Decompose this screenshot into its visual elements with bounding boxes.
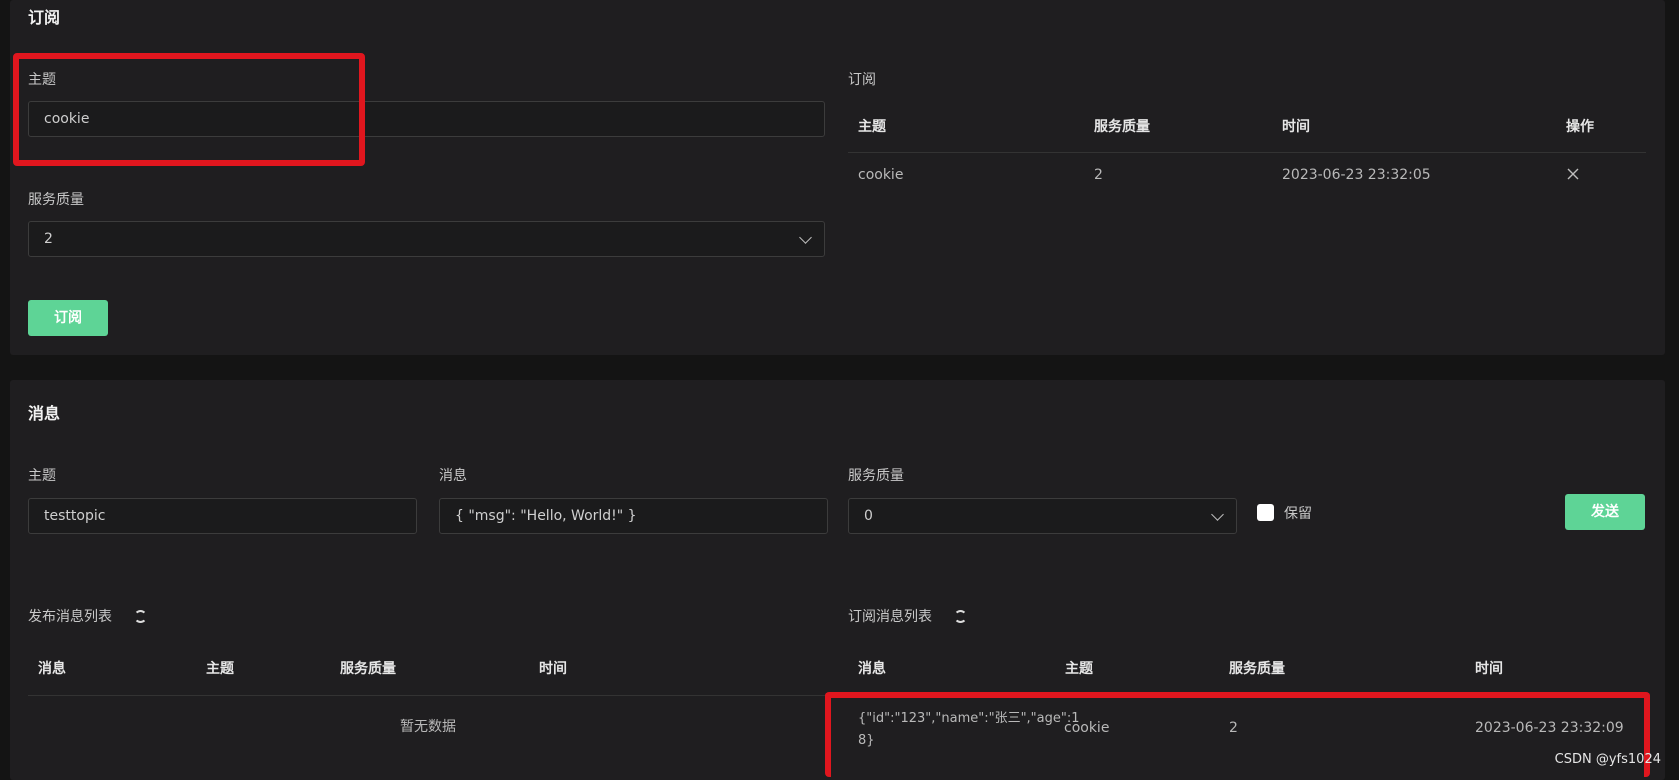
subscriptions-header-topic: 主题	[858, 119, 886, 135]
publish-qos-label: 服务质量	[848, 468, 904, 484]
divider	[848, 152, 1646, 153]
published-header-time: 时间	[539, 661, 567, 677]
received-header-qos: 服务质量	[1229, 661, 1285, 677]
publish-qos-value: 0	[864, 508, 873, 524]
published-empty-text: 暂无数据	[400, 719, 456, 735]
published-header-qos: 服务质量	[340, 661, 396, 677]
retain-checkbox[interactable]	[1257, 504, 1274, 521]
subscriptions-list-title: 订阅	[848, 72, 876, 88]
send-button[interactable]: 发送	[1565, 494, 1645, 530]
chevron-down-icon	[799, 231, 812, 244]
subscription-row-time: 2023-06-23 23:32:05	[1282, 167, 1431, 183]
message-title: 消息	[28, 404, 61, 423]
received-header-message: 消息	[858, 661, 886, 677]
subscribe-button[interactable]: 订阅	[28, 300, 108, 336]
published-header-message: 消息	[38, 661, 66, 677]
refresh-published-icon[interactable]	[134, 610, 147, 623]
publish-topic-label: 主题	[28, 468, 56, 484]
subscriptions-header-action: 操作	[1566, 119, 1594, 135]
subscription-row-topic: cookie	[858, 167, 904, 183]
subscribe-qos-label: 服务质量	[28, 192, 84, 208]
highlight-box-topic	[13, 53, 365, 166]
refresh-received-icon[interactable]	[954, 610, 967, 623]
highlight-box-received	[825, 692, 1650, 777]
received-list-title: 订阅消息列表	[848, 609, 932, 625]
subscribe-qos-value: 2	[44, 231, 53, 247]
watermark: CSDN @yfs1024	[1554, 752, 1661, 767]
published-list-title: 发布消息列表	[28, 609, 112, 625]
divider	[28, 695, 828, 696]
chevron-down-icon	[1211, 508, 1224, 521]
received-header-time: 时间	[1475, 661, 1503, 677]
published-header-topic: 主题	[206, 661, 234, 677]
subscription-row-qos: 2	[1094, 167, 1103, 183]
publish-qos-select[interactable]: 0	[848, 498, 1237, 534]
publish-topic-input[interactable]: testtopic	[28, 498, 417, 534]
retain-label: 保留	[1284, 506, 1312, 522]
subscriptions-header-time: 时间	[1282, 119, 1310, 135]
subscribe-qos-select[interactable]: 2	[28, 221, 825, 257]
unsubscribe-close-icon[interactable]	[1567, 165, 1579, 180]
subscriptions-header-qos: 服务质量	[1094, 119, 1150, 135]
subscribe-title: 订阅	[28, 8, 61, 27]
publish-payload-label: 消息	[439, 468, 467, 484]
publish-payload-input[interactable]: { "msg": "Hello, World!" }	[439, 498, 828, 534]
received-header-topic: 主题	[1065, 661, 1093, 677]
